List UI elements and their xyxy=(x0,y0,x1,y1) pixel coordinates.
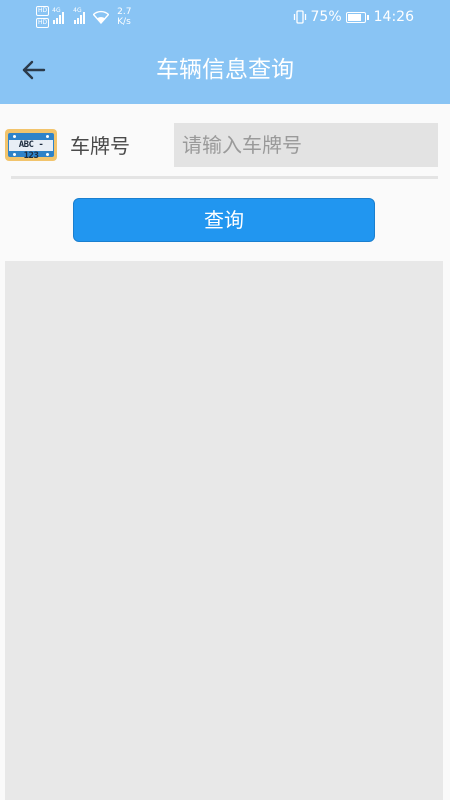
battery-percent: 75% xyxy=(310,9,342,25)
search-form: ABC - 123 车牌号 查询 xyxy=(0,104,450,260)
vibrate-icon xyxy=(293,10,306,24)
speed-unit: K/s xyxy=(117,17,131,27)
license-plate-icon: ABC - 123 xyxy=(5,129,57,161)
query-button[interactable]: 查询 xyxy=(73,198,375,242)
hd-badge: HD xyxy=(36,6,50,16)
hd-badges: HD HD xyxy=(36,6,50,28)
results-area xyxy=(5,261,443,800)
wifi-icon xyxy=(93,10,110,24)
network-type: 4G xyxy=(52,7,61,14)
divider xyxy=(11,176,438,179)
status-left: HD HD 4G 4G 2.7 K/s xyxy=(36,5,131,29)
clock: 14:26 xyxy=(373,9,414,25)
speed-value: 2.7 xyxy=(117,7,132,17)
plate-icon-text: ABC - 123 xyxy=(9,140,53,161)
plate-number-label: 车牌号 xyxy=(70,134,130,158)
status-right: 75% 14:26 xyxy=(293,5,414,29)
battery-icon xyxy=(345,11,369,23)
status-bar: HD HD 4G 4G 2.7 K/s 75% 14:26 xyxy=(0,0,450,34)
signal-icon: 4G xyxy=(73,7,86,24)
hd-badge: HD xyxy=(36,18,50,28)
network-type: 4G xyxy=(73,7,82,14)
page-title: 车辆信息查询 xyxy=(156,57,294,83)
plate-number-input[interactable] xyxy=(174,123,438,167)
network-speed: 2.7 K/s xyxy=(117,7,131,27)
battery-fill xyxy=(347,13,362,21)
app-header: 车辆信息查询 xyxy=(0,34,450,104)
signal-icon: 4G xyxy=(52,7,65,24)
